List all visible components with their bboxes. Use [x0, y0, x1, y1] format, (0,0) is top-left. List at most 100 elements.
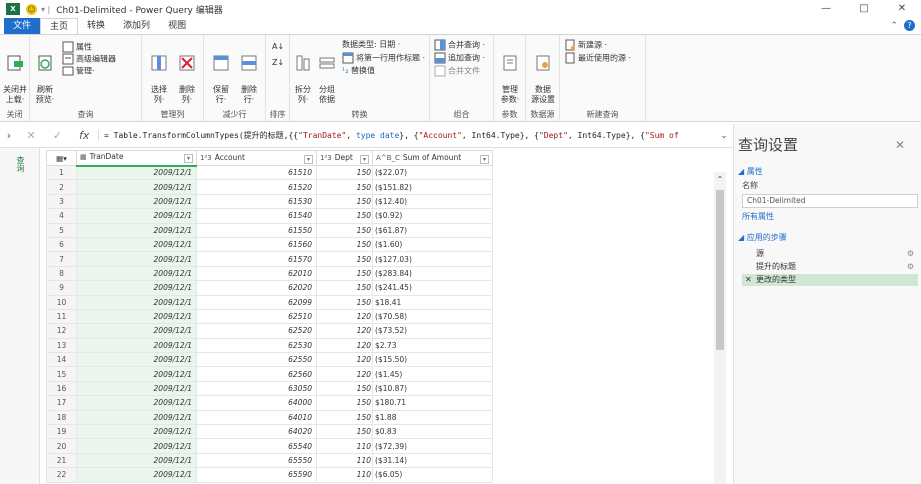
cell-trandate[interactable]: 2009/12/1	[76, 467, 197, 483]
sort-descending-icon[interactable]: Z↓	[272, 57, 284, 69]
cell-trandate[interactable]: 2009/12/1	[76, 452, 197, 469]
cell-account[interactable]: 61570	[196, 251, 317, 267]
cell-account[interactable]: 61540	[196, 208, 317, 224]
minimize-button[interactable]: —	[807, 0, 845, 18]
keep-rows-button[interactable]: 保留 行·	[208, 43, 234, 105]
column-filter-dropdown-icon[interactable]: ▾	[479, 154, 489, 164]
row-number[interactable]: 16	[46, 380, 77, 397]
cell-sum-of-amount[interactable]: ($31.14)	[372, 452, 493, 469]
cell-sum-of-amount[interactable]: ($6.05)	[372, 467, 493, 483]
cell-sum-of-amount[interactable]: ($61.87)	[372, 222, 493, 238]
column-filter-dropdown-icon[interactable]: ▾	[359, 154, 369, 164]
row-number[interactable]: 21	[46, 452, 77, 469]
cell-sum-of-amount[interactable]: $18.41	[372, 294, 493, 310]
cell-account[interactable]: 64010	[196, 409, 317, 426]
replace-values-button[interactable]: ¹₂ 替换值	[342, 65, 375, 77]
expand-formula-icon[interactable]: ⌄	[715, 131, 733, 141]
applied-step-changed-type[interactable]: ✕ 更改的类型	[742, 274, 918, 286]
cell-trandate[interactable]: 2009/12/1	[76, 395, 197, 411]
refresh-preview-button[interactable]: 刷新 预览·	[32, 43, 58, 105]
table-row[interactable]: 17 2009/12/1 64000 150 $180.71	[46, 395, 705, 411]
cell-sum-of-amount[interactable]: ($73.52)	[372, 323, 493, 339]
applied-steps-section-header[interactable]: ◢ 应用的步骤	[738, 232, 787, 243]
tab-home[interactable]: 主页	[40, 18, 79, 34]
cell-trandate[interactable]: 2009/12/1	[76, 308, 197, 325]
help-icon[interactable]: ?	[904, 20, 915, 31]
delete-step-icon[interactable]: ✕	[745, 274, 752, 286]
cell-dept[interactable]: 150	[316, 280, 373, 296]
row-number[interactable]: 14	[46, 352, 77, 368]
cell-sum-of-amount[interactable]: ($151.82)	[372, 179, 493, 195]
cell-account[interactable]: 62010	[196, 265, 317, 282]
table-corner-button[interactable]: ▦▾	[46, 150, 77, 166]
row-number[interactable]: 6	[46, 236, 77, 253]
cell-sum-of-amount[interactable]: ($127.03)	[372, 251, 493, 267]
new-source-button[interactable]: 新建源 ·	[564, 39, 607, 52]
cell-sum-of-amount[interactable]: ($1.45)	[372, 366, 493, 382]
cell-dept[interactable]: 120	[316, 308, 373, 325]
row-number[interactable]: 13	[46, 337, 77, 354]
row-number[interactable]: 7	[46, 251, 77, 267]
scrollbar-thumb[interactable]	[716, 190, 724, 350]
cell-sum-of-amount[interactable]: ($10.87)	[372, 380, 493, 397]
cell-account[interactable]: 61520	[196, 179, 317, 195]
quick-access-dropdown-icon[interactable]: ▾ |	[41, 5, 50, 14]
cell-dept[interactable]: 150	[316, 409, 373, 426]
cell-account[interactable]: 61560	[196, 236, 317, 253]
table-row[interactable]: 20 2009/12/1 65540 110 ($72.39)	[46, 438, 705, 454]
column-filter-dropdown-icon[interactable]: ▾	[303, 154, 313, 164]
cell-dept[interactable]: 150	[316, 294, 373, 310]
fx-icon[interactable]: fx	[79, 129, 89, 142]
queries-pane-collapsed[interactable]: 查询	[0, 148, 40, 484]
cell-sum-of-amount[interactable]: ($12.40)	[372, 193, 493, 210]
row-number[interactable]: 3	[46, 193, 77, 210]
group-by-button[interactable]: 分组 依据	[316, 43, 338, 105]
cell-dept[interactable]: 120	[316, 337, 373, 354]
cell-account[interactable]: 62510	[196, 308, 317, 325]
cell-dept[interactable]: 150	[316, 222, 373, 238]
expand-queries-chevron-icon[interactable]: ›	[0, 129, 18, 142]
row-number[interactable]: 8	[46, 265, 77, 282]
cell-dept[interactable]: 120	[316, 323, 373, 339]
cell-trandate[interactable]: 2009/12/1	[76, 208, 197, 224]
date-type-icon[interactable]: ▦	[80, 153, 87, 161]
cell-account[interactable]: 62520	[196, 323, 317, 339]
all-properties-link[interactable]: 所有属性	[742, 211, 774, 222]
manage-button[interactable]: 管理·	[62, 65, 95, 78]
close-window-button[interactable]: ✕	[883, 0, 921, 18]
row-number[interactable]: 9	[46, 280, 77, 296]
cell-sum-of-amount[interactable]: ($22.07)	[372, 164, 493, 181]
cell-account[interactable]: 65550	[196, 452, 317, 469]
applied-step-source[interactable]: 源 ⚙	[742, 248, 918, 260]
data-source-settings-button[interactable]: 数据 源设置	[530, 43, 556, 105]
table-row[interactable]: 19 2009/12/1 64020 150 $0.83	[46, 424, 705, 440]
merge-queries-button[interactable]: 合并查询 ·	[434, 39, 485, 52]
column-header-account[interactable]: 1²3 Account ▾	[196, 150, 317, 166]
cell-account[interactable]: 62099	[196, 294, 317, 310]
table-row[interactable]: 8 2009/12/1 62010 150 ($283.84)	[46, 265, 705, 282]
cell-trandate[interactable]: 2009/12/1	[76, 438, 197, 454]
table-row[interactable]: 18 2009/12/1 64010 150 $1.88	[46, 409, 705, 426]
cell-dept[interactable]: 150	[316, 193, 373, 210]
cell-trandate[interactable]: 2009/12/1	[76, 193, 197, 210]
cell-dept[interactable]: 110	[316, 467, 373, 483]
cell-sum-of-amount[interactable]: ($283.84)	[372, 265, 493, 282]
table-row[interactable]: 21 2009/12/1 65550 110 ($31.14)	[46, 452, 705, 469]
table-row[interactable]: 12 2009/12/1 62520 120 ($73.52)	[46, 323, 705, 339]
row-number[interactable]: 17	[46, 395, 77, 411]
cell-account[interactable]: 63050	[196, 380, 317, 397]
cell-dept[interactable]: 150	[316, 236, 373, 253]
row-number[interactable]: 20	[46, 438, 77, 454]
table-row[interactable]: 7 2009/12/1 61570 150 ($127.03)	[46, 251, 705, 267]
cell-trandate[interactable]: 2009/12/1	[76, 337, 197, 354]
cell-dept[interactable]: 150	[316, 251, 373, 267]
tab-view[interactable]: 视图	[159, 18, 195, 34]
maximize-button[interactable]: □	[845, 0, 883, 18]
cell-account[interactable]: 64020	[196, 424, 317, 440]
cell-trandate[interactable]: 2009/12/1	[76, 265, 197, 282]
cancel-formula-icon[interactable]: ✕	[27, 129, 36, 142]
confirm-formula-icon[interactable]: ✓	[53, 129, 62, 142]
table-row[interactable]: 4 2009/12/1 61540 150 ($0.92)	[46, 208, 705, 224]
cell-dept[interactable]: 150	[316, 395, 373, 411]
row-number[interactable]: 12	[46, 323, 77, 339]
